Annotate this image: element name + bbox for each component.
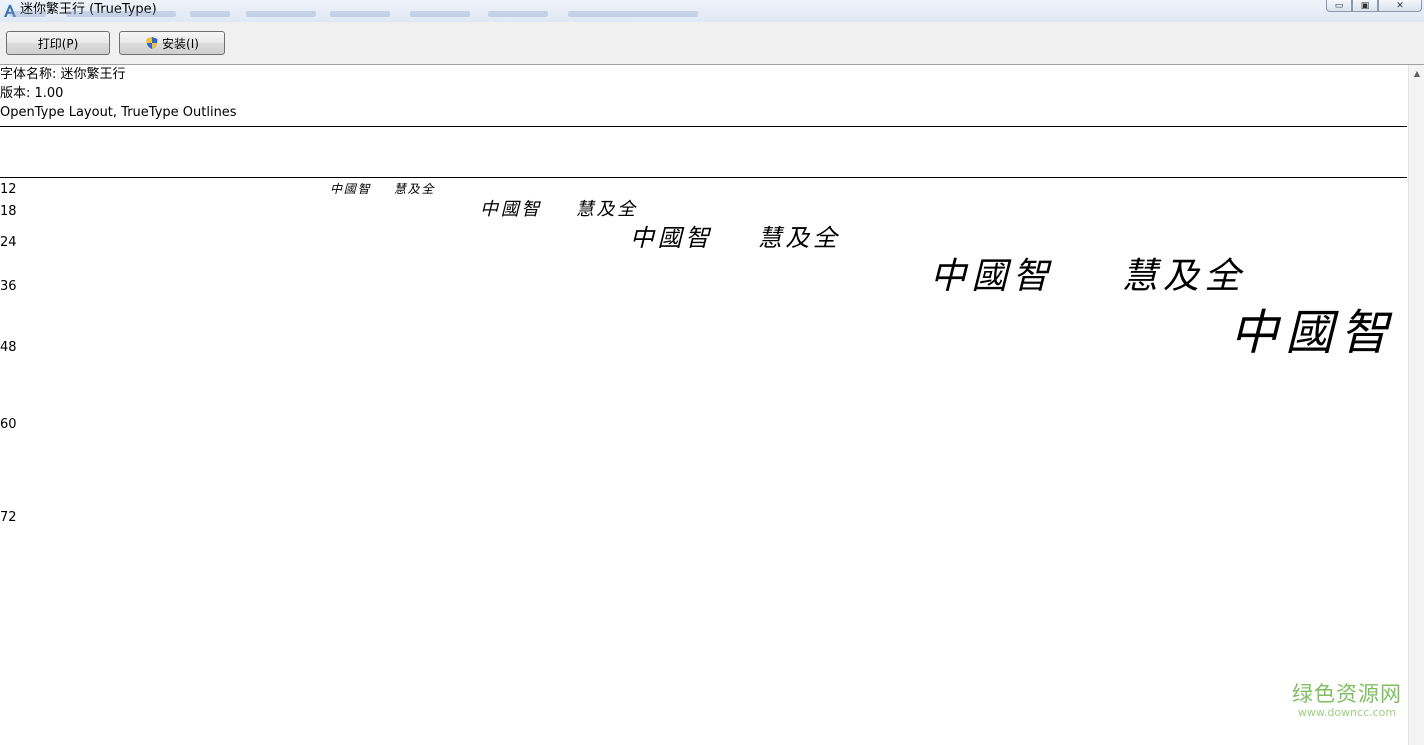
size-label-18: 18 [0, 204, 17, 219]
font-preview-area: 字体名称: 迷你繁王行 版本: 1.00 OpenType Layout, Tr… [0, 65, 1408, 745]
info-divider [0, 126, 1407, 127]
size-label-60: 60 [0, 417, 17, 432]
sample-divider [0, 177, 1407, 178]
font-version-line: 版本: 1.00 [0, 86, 64, 101]
uac-shield-icon [146, 37, 158, 49]
close-button[interactable]: ✕ [1378, 0, 1422, 12]
close-icon: ✕ [1396, 0, 1404, 11]
sample-text-36: 中國智 慧及全 [930, 256, 1246, 297]
sample-text-12: 中國智 慧及全 [330, 182, 436, 196]
font-outline-line: OpenType Layout, TrueType Outlines [0, 105, 237, 120]
sample-text-24: 中國智 慧及全 [630, 224, 841, 252]
sample-text-48: 中國智 [1230, 305, 1396, 361]
install-button[interactable]: 安装(I) [119, 31, 225, 55]
size-label-48: 48 [0, 340, 17, 355]
minimize-button[interactable]: ▭ [1326, 0, 1352, 12]
size-label-12: 12 [0, 182, 17, 197]
toolbar: 打印(P) 安装(I) [0, 22, 1424, 65]
font-name-line: 字体名称: 迷你繁王行 [0, 67, 126, 82]
size-label-36: 36 [0, 279, 17, 294]
print-button-label: 打印(P) [37, 36, 79, 51]
maximize-button[interactable]: ▣ [1352, 0, 1378, 12]
print-button[interactable]: 打印(P) [6, 31, 110, 55]
install-button-label: 安装(I) [162, 36, 199, 51]
watermark-title: 绿色资源网 [1292, 682, 1402, 706]
sample-text-18: 中國智 慧及全 [480, 199, 638, 220]
watermark-url: www.downcc.com [1297, 706, 1397, 719]
size-label-24: 24 [0, 235, 17, 250]
window-controls: ▭ ▣ ✕ [1326, 0, 1422, 12]
size-label-72: 72 [0, 510, 17, 525]
minimize-icon: ▭ [1334, 0, 1344, 11]
maximize-icon: ▣ [1360, 0, 1370, 11]
scroll-up-arrow-icon[interactable]: ▲ [1409, 65, 1424, 82]
title-bar: 迷你繁王行 (TrueType) ▭ ▣ ✕ [0, 0, 1424, 23]
vertical-scrollbar[interactable]: ▲ [1408, 65, 1424, 745]
background-taskbar-ghost [10, 8, 710, 20]
site-watermark: 绿色资源网 www.downcc.com [1292, 682, 1402, 719]
